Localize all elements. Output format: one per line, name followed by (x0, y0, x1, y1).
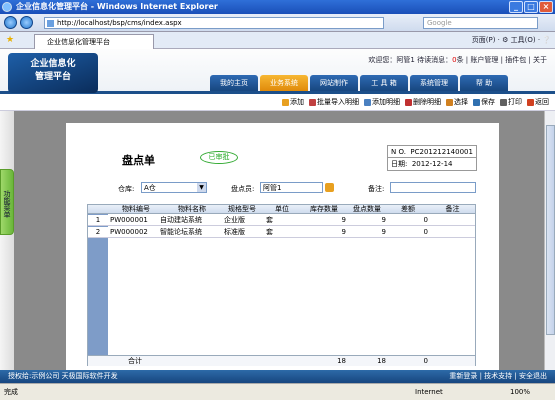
forward-icon[interactable] (20, 16, 33, 29)
toolbar-button-5[interactable]: 保存 (473, 97, 495, 107)
url-input[interactable]: http://localhost/bsp/cms/index.aspx (44, 17, 384, 29)
toolbar-button-3[interactable]: 删除明细 (405, 97, 441, 107)
nav-help[interactable]: 帮 助 (460, 75, 508, 91)
status-stamp: 已审批 (200, 151, 238, 164)
tab-bar: ★ 企业信息化管理平台 页面(P) · ⚙ 工具(O) · ❔ (0, 32, 555, 49)
toolbar-button-7[interactable]: 返回 (527, 97, 549, 107)
browser-statusbar: 完成 Internet 100% (0, 383, 555, 400)
nav-home[interactable]: 我的主页 (210, 75, 258, 91)
search-input[interactable]: Google (423, 17, 538, 29)
grid-footer: 合计 18 18 0 (88, 355, 475, 366)
checker-label: 盘点员: (231, 185, 255, 193)
app-header: 企业信息化 管理平台 欢迎您：阿管1 待读消息：0条 | 账户管理 | 插件包 … (0, 49, 555, 94)
toolbar-button-0[interactable]: 添加 (282, 97, 304, 107)
action-toolbar: 添加 批量导入明细 添加明细 删除明细 选择 保存 打印 返回 (0, 94, 555, 111)
zone-text: Internet (415, 388, 443, 396)
warehouse-select[interactable]: A仓 ▼ (141, 182, 207, 193)
checker-input[interactable]: 阿管1 (260, 182, 323, 193)
page-icon (47, 20, 54, 27)
function-menu-tab[interactable]: 功能菜单 (0, 169, 14, 235)
footer-links[interactable]: 重新登录 | 技术支持 | 安全退出 (449, 370, 547, 383)
doc-number: PC201212140001 (410, 148, 473, 156)
back-icon[interactable] (4, 16, 17, 29)
chevron-down-icon[interactable]: ▼ (197, 183, 206, 192)
toolbar-button-6[interactable]: 打印 (500, 97, 522, 107)
toolbar-button-4[interactable]: 选择 (446, 97, 468, 107)
toolbar-icon (527, 98, 534, 106)
close-button[interactable]: × (539, 1, 553, 13)
window-titlebar: 企业信息化管理平台 - Windows Internet Explorer _ … (0, 0, 555, 14)
toolbar-icon (364, 98, 371, 106)
window-title: 企业信息化管理平台 - Windows Internet Explorer (16, 2, 218, 11)
scroll-thumb[interactable] (546, 125, 555, 335)
toolbar-button-2[interactable]: 添加明细 (364, 97, 400, 107)
browser-tools[interactable]: 页面(P) · ⚙ 工具(O) · ❔ (472, 35, 551, 45)
nav-system[interactable]: 系统管理 (410, 75, 458, 91)
vertical-scrollbar[interactable] (544, 111, 555, 370)
user-info: 欢迎您：阿管1 待读消息：0条 | 账户管理 | 插件包 | 关于 (368, 56, 547, 64)
status-text: 完成 (4, 388, 18, 396)
remark-label: 备注: (368, 185, 385, 193)
ie-logo-icon (2, 2, 12, 12)
toolbar-icon (500, 98, 507, 106)
nav-toolbox[interactable]: 工 具 箱 (360, 75, 408, 91)
table-row[interactable]: 1 PW000001 自动建站系统 企业版 套 9 9 0 (88, 215, 475, 226)
doc-info-box: N O. PC201212140001 日期: 2012-12-14 (387, 145, 477, 171)
user-picker-icon[interactable] (325, 183, 334, 192)
app-footer: 授权给:示例公司 天极国际软件开发 重新登录 | 技术支持 | 安全退出 (0, 370, 555, 383)
warehouse-label: 仓库: (118, 185, 135, 193)
license-text: 授权给:示例公司 天极国际软件开发 (8, 372, 118, 380)
table-row[interactable]: 2 PW000002 智能论坛系统 标准版 套 9 9 0 (88, 227, 475, 238)
main-nav: 我的主页 业务系统 网站制作 工 具 箱 系统管理 帮 助 (210, 75, 508, 91)
toolbar-icon (309, 98, 316, 106)
zoom-level[interactable]: 100% (510, 384, 530, 400)
browser-tab[interactable]: 企业信息化管理平台 (34, 34, 154, 49)
detail-grid: 物料编号 物料名称 规格型号 单位 库存数量 盘点数量 差额 备注 1 PW00… (87, 204, 476, 366)
nav-website[interactable]: 网站制作 (310, 75, 358, 91)
toolbar-icon (473, 98, 480, 106)
form-title: 盘点单 (122, 154, 155, 167)
nav-business[interactable]: 业务系统 (260, 75, 308, 91)
app-logo: 企业信息化 管理平台 (8, 53, 98, 93)
header-links[interactable]: | 账户管理 | 插件包 | 关于 (466, 56, 547, 64)
favorites-star-icon[interactable]: ★ (6, 35, 14, 45)
remark-input[interactable] (390, 182, 476, 193)
toolbar-button-1[interactable]: 批量导入明细 (309, 97, 359, 107)
toolbar-icon (446, 98, 453, 106)
minimize-button[interactable]: _ (509, 1, 523, 13)
grid-header: 物料编号 物料名称 规格型号 单位 库存数量 盘点数量 差额 备注 (88, 205, 475, 214)
doc-date: 2012-12-14 (411, 160, 453, 168)
sidebar: 功能菜单 (0, 111, 14, 370)
toolbar-icon (405, 98, 412, 106)
maximize-button[interactable]: □ (524, 1, 538, 13)
toolbar-icon (282, 98, 289, 106)
address-bar: http://localhost/bsp/cms/index.aspx Goog… (0, 14, 555, 32)
